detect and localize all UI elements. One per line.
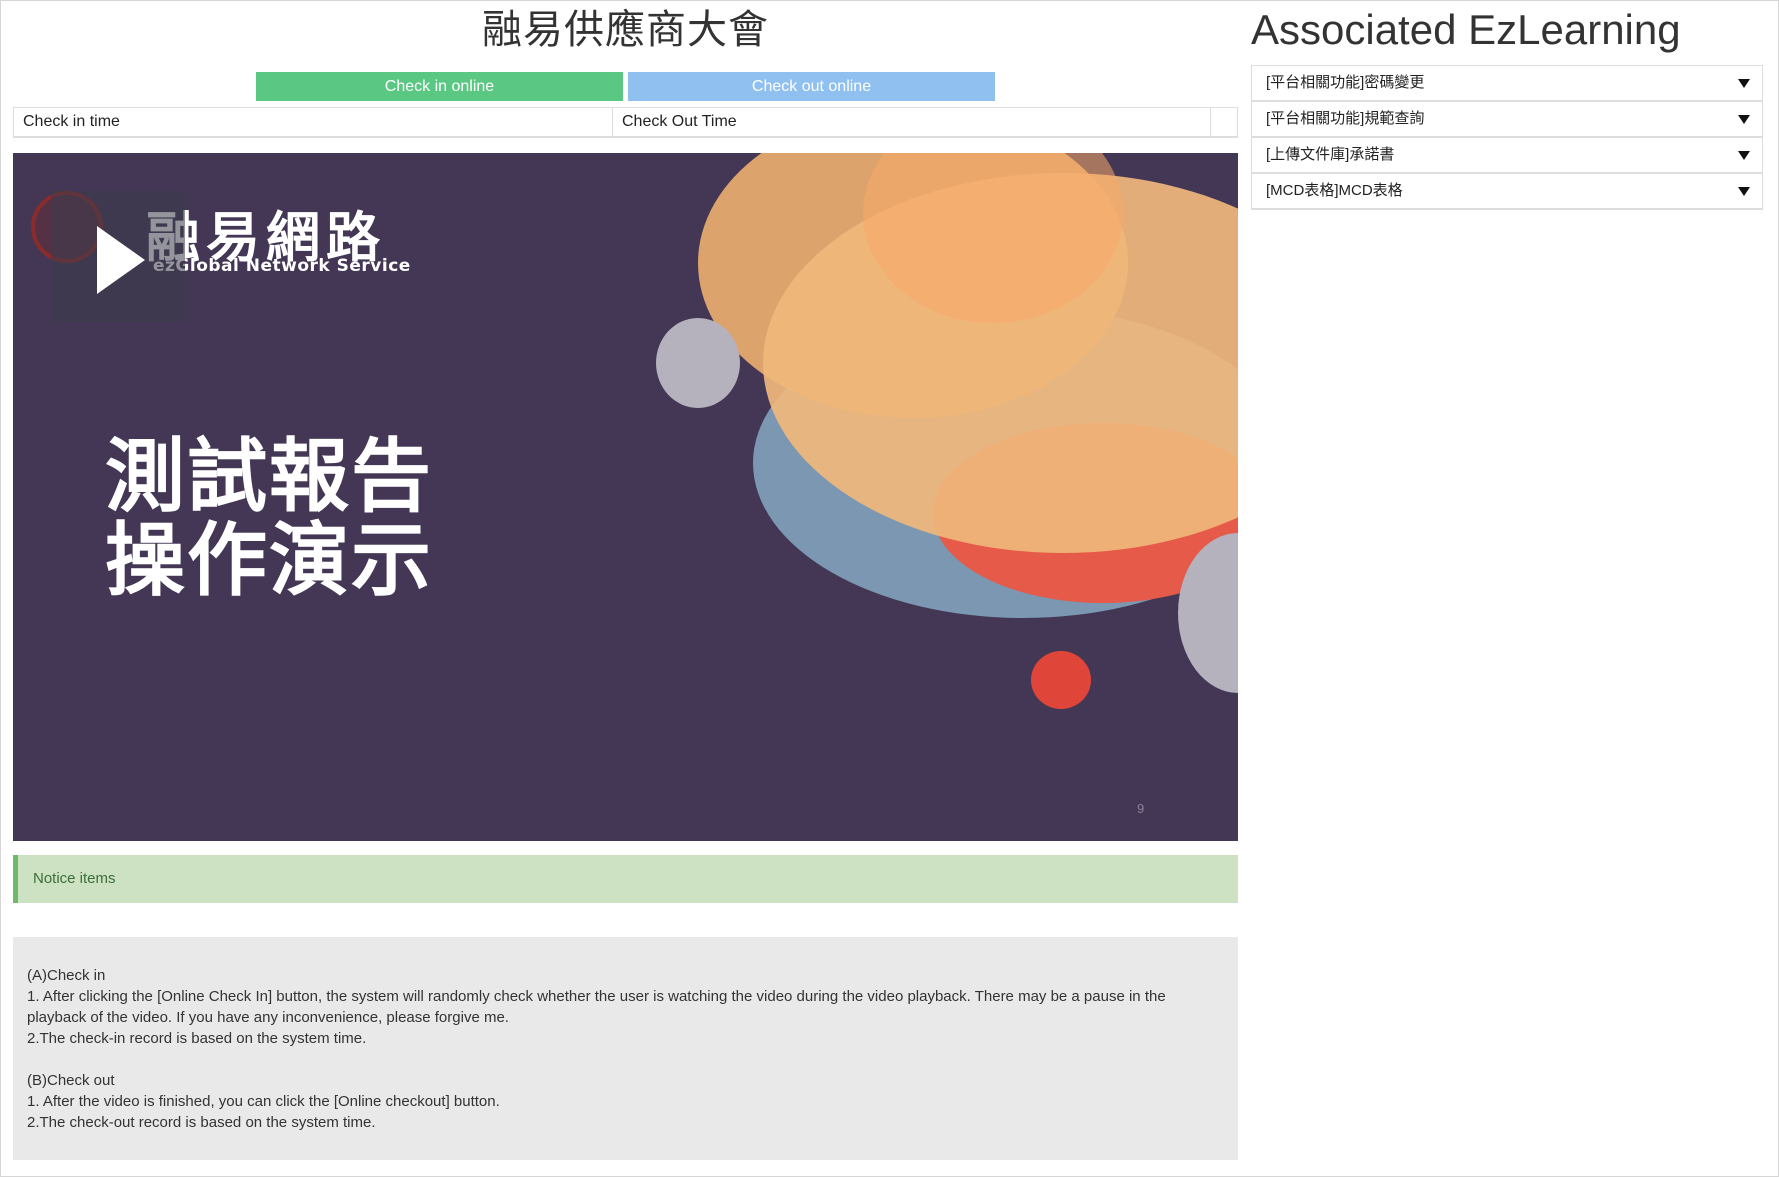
accordion-item-label: [平台相關功能]規範查詢 <box>1266 110 1425 127</box>
slide-logo-en: ezGlobal Network Service <box>153 256 411 276</box>
accordion-item-password-change[interactable]: [平台相關功能]密碼變更 <box>1252 66 1762 102</box>
notice-line: 1. After the video is finished, you can … <box>27 1093 500 1110</box>
check-out-button[interactable]: Check out online <box>628 72 995 101</box>
check-in-button[interactable]: Check in online <box>256 72 623 101</box>
slide-title-line1: 測試報告 <box>105 430 433 523</box>
caret-down-icon[interactable] <box>1738 187 1750 196</box>
play-icon <box>97 226 145 294</box>
caret-down-icon[interactable] <box>1738 151 1750 160</box>
play-button[interactable] <box>51 191 185 322</box>
gray-blob-left <box>656 318 740 408</box>
notice-line: (A)Check in <box>27 967 106 984</box>
check-out-time-header: Check Out Time <box>613 108 1211 136</box>
notice-header: Notice items <box>13 855 1238 903</box>
notice-line: 2.The check-in record is based on the sy… <box>27 1030 367 1047</box>
page-title: 融易供應商大會 <box>482 7 769 53</box>
resource-accordion: [平台相關功能]密碼變更 [平台相關功能]規範查詢 [上傳文件庫]承諾書 [MC… <box>1251 65 1763 210</box>
caret-down-icon[interactable] <box>1738 79 1750 88</box>
notice-body: (A)Check in 1. After clicking the [Onlin… <box>13 937 1238 1160</box>
accordion-item-label: [平台相關功能]密碼變更 <box>1266 74 1425 91</box>
video-player[interactable]: 融易網路 ezGlobal Network Service 測試報告 操作演示 … <box>13 153 1238 841</box>
sidebar-title: Associated EzLearning <box>1251 6 1681 53</box>
slide-title-line2: 操作演示 <box>105 514 433 607</box>
slide-number: 9 <box>1137 801 1145 816</box>
accordion-item-spec-query[interactable]: [平台相關功能]規範查詢 <box>1252 102 1762 138</box>
accordion-item-label: [MCD表格]MCD表格 <box>1266 182 1403 199</box>
check-in-time-header: Check in time <box>14 108 613 136</box>
empty-header-cell <box>1211 108 1237 136</box>
check-time-table: Check in time Check Out Time <box>13 107 1238 138</box>
caret-down-icon[interactable] <box>1738 115 1750 124</box>
accordion-item-label: [上傳文件庫]承諾書 <box>1266 146 1395 163</box>
notice-line: (B)Check out <box>27 1072 115 1089</box>
slide-title: 測試報告 操作演示 <box>105 435 433 603</box>
accordion-item-commitment[interactable]: [上傳文件庫]承諾書 <box>1252 138 1762 174</box>
accordion-item-mcd-form[interactable]: [MCD表格]MCD表格 <box>1252 174 1762 210</box>
red-dot <box>1031 651 1091 709</box>
notice-line: 1. After clicking the [Online Check In] … <box>27 988 1166 1026</box>
notice-line: 2.The check-out record is based on the s… <box>27 1114 376 1131</box>
